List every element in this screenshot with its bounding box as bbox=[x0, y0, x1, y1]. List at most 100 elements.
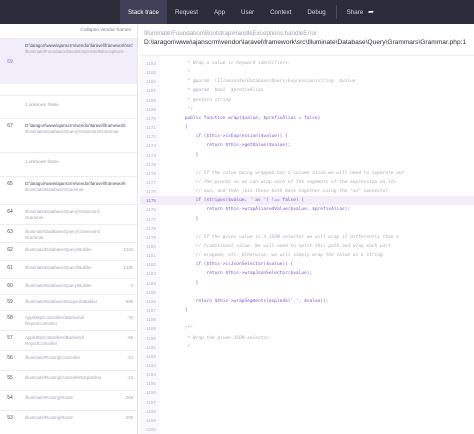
frame-path-line: Illuminate\Database\Query\Builder bbox=[25, 283, 92, 288]
code-text: * bbox=[174, 70, 191, 76]
frame-number: 53 bbox=[7, 415, 13, 421]
code-line[interactable]: 1199 bbox=[140, 416, 474, 425]
code-line[interactable]: 1164 * Wrap a value in keyword identifie… bbox=[140, 59, 474, 68]
code-text: * @param bool $prefixAlias bbox=[174, 88, 264, 94]
unknown-frame-item[interactable]: 1 unknown frame bbox=[0, 95, 137, 114]
line-number: 1184 bbox=[146, 280, 156, 286]
code-line-highlighted[interactable]: 1175 if (stripos($value, ' as ') !== fal… bbox=[140, 196, 474, 206]
code-line[interactable]: 1185 bbox=[140, 288, 474, 297]
stack-frame-item[interactable]: 61 Illuminate\Database\Query\Builder:1230 bbox=[0, 260, 137, 277]
code-header: Illuminate\Foundation\Bootstrap\HandleEx… bbox=[144, 30, 474, 46]
code-line[interactable]: 1196 bbox=[140, 388, 474, 397]
line-number: 1176 bbox=[146, 207, 156, 213]
tab-app[interactable]: App bbox=[206, 0, 233, 24]
frame-line-number: :259 bbox=[124, 395, 133, 400]
code-line[interactable]: 1169 */ bbox=[140, 105, 474, 114]
frame-line-number: :75 bbox=[127, 315, 133, 320]
code-line[interactable]: 1174 } bbox=[140, 151, 474, 160]
code-line[interactable]: 1168 * @return string bbox=[140, 96, 474, 105]
frame-number: 65 bbox=[7, 181, 13, 187]
code-line[interactable]: 1178 // own, and then join these both ba… bbox=[140, 187, 474, 196]
tab-stack-trace[interactable]: Stack trace bbox=[120, 0, 167, 24]
code-line[interactable]: 1178 bbox=[140, 224, 474, 233]
stack-frame-item[interactable]: 63 Illuminate\Database\Query\Grammars\ Gra… bbox=[0, 224, 137, 241]
code-text: * @return string bbox=[174, 97, 231, 103]
stack-frame-item[interactable]: 57 App\Http\Controllers\Backend\ ReportCon… bbox=[0, 330, 137, 349]
code-line[interactable]: 1177 // the pieces so we can wrap each o… bbox=[140, 178, 474, 187]
code-line[interactable]: 1194 bbox=[140, 370, 474, 379]
tab-request[interactable]: Request bbox=[167, 0, 206, 24]
tab-user[interactable]: User bbox=[233, 0, 262, 24]
code-text: /** bbox=[174, 326, 193, 332]
stack-frame-item[interactable]: 55 Illuminate\Routing\ControllerDispatche… bbox=[0, 370, 137, 389]
stack-frame-item[interactable]: 53 Illuminate\Routing\Route:205 bbox=[0, 410, 137, 429]
frame-file-path: D:\laragon\www\ajanscrm\vendor\laravel\f… bbox=[144, 39, 467, 46]
tab-share[interactable]: Share ➦ bbox=[339, 0, 382, 24]
code-line[interactable]: 1188 bbox=[140, 315, 474, 324]
frame-number: 58 bbox=[7, 315, 13, 321]
code-line[interactable]: 1177 } bbox=[140, 215, 474, 224]
code-line[interactable]: 1165 * bbox=[140, 68, 474, 77]
code-text: // If the value being wrapped has a colu… bbox=[174, 170, 405, 176]
unknown-frame-item[interactable]: 1 unknown frame bbox=[0, 152, 137, 172]
code-line[interactable]: 1187 } bbox=[140, 306, 474, 315]
frame-line-number: :886 bbox=[124, 299, 133, 304]
line-number: 1174 bbox=[146, 152, 156, 158]
code-line[interactable]: 1186 return $this->wrapSegments(explode(… bbox=[140, 297, 474, 306]
frame-path: Illuminate\Routing\Controller bbox=[25, 355, 133, 361]
code-line[interactable]: 1176 // If the value being wrapped has a… bbox=[140, 169, 474, 178]
tab-context[interactable]: Context bbox=[262, 0, 299, 24]
code-line[interactable]: 1171 { bbox=[140, 123, 474, 132]
code-line[interactable]: 1190 * Wrap the given JSON selector. bbox=[140, 334, 474, 343]
code-line[interactable]: 1184 } bbox=[140, 279, 474, 288]
frame-path: Illuminate\Database\Query\Grammars\ Gramm… bbox=[25, 229, 133, 241]
code-line[interactable]: 1176 return $this->wrapAliasedValue($val… bbox=[140, 205, 474, 214]
stack-frame-item[interactable]: 58 App\Http\Controllers\Backend\ ReportCon… bbox=[0, 310, 137, 329]
code-line[interactable]: 1195 bbox=[140, 379, 474, 388]
stack-frame-item[interactable]: 60 Illuminate\Database\Query\Builder:3 bbox=[0, 278, 137, 293]
code-line[interactable]: 1181 // wrapped, etc. Otherwise, we will… bbox=[140, 251, 474, 260]
code-line[interactable]: 1183 return $this->wrapJsonSelector($val… bbox=[140, 269, 474, 278]
stack-frame-item[interactable]: 65 D:\laragon\www\ajanscrm\vendor\laravel… bbox=[0, 176, 137, 199]
code-line[interactable]: 1189 /** bbox=[140, 324, 474, 333]
code-line[interactable]: 1200 bbox=[140, 425, 474, 434]
code-line[interactable]: 1191 * bbox=[140, 343, 474, 352]
line-number: 1178 bbox=[146, 225, 156, 231]
tab-label: Debug bbox=[307, 8, 326, 16]
stack-frame-item[interactable]: 69 D:\laragon\www\ajanscrm\vendor\laravel… bbox=[0, 38, 137, 84]
code-line[interactable]: 1182 if ($this->isJsonSelector($value)) … bbox=[140, 260, 474, 269]
stack-frame-item[interactable]: 59 Illuminate\Database\Eloquent\Builder:8… bbox=[0, 294, 137, 309]
stack-frame-item[interactable]: 67 D:\laragon\www\ajanscrm\vendor\laravel… bbox=[0, 118, 137, 144]
tab-debug[interactable]: Debug bbox=[299, 0, 333, 24]
code-line[interactable]: 1170 public function wrap($value, $prefi… bbox=[140, 114, 474, 123]
code-line[interactable]: 1192 bbox=[140, 352, 474, 361]
code-text: return $this->getValue($value); bbox=[174, 143, 291, 149]
line-number: 1169 bbox=[146, 106, 156, 112]
code-line[interactable]: 1167 * @param bool $prefixAlias bbox=[140, 86, 474, 95]
unknown-frame-label: 1 unknown frame bbox=[25, 159, 59, 164]
code-line[interactable]: 1173 return $this->getValue($value); bbox=[140, 141, 474, 150]
code-line[interactable]: 1166 * @param \Illuminate\Database\Query… bbox=[140, 77, 474, 86]
frame-class-line: Illuminate\Foundation\Bootstrap\HandleEx… bbox=[25, 49, 124, 54]
code-line[interactable]: 1198 bbox=[140, 407, 474, 416]
code-line[interactable]: 1172 if ($this->isExpression($value)) { bbox=[140, 132, 474, 141]
stack-frame-item[interactable]: 54 Illuminate\Routing\Route:259 bbox=[0, 390, 137, 409]
line-number: 1196 bbox=[146, 390, 156, 396]
frame-path: D:\laragon\www\ajanscrm\vendor\laravel\f… bbox=[25, 123, 133, 135]
stack-frames-panel: Collapse vendor frames 69 D:\laragon\www\… bbox=[0, 24, 138, 434]
code-text: * @param \Illuminate\Database\Query\Expr… bbox=[174, 79, 356, 85]
line-number: 1183 bbox=[146, 271, 156, 277]
code-line[interactable]: 1197 bbox=[140, 398, 474, 407]
frame-class-method: Illuminate\Foundation\Bootstrap\HandleEx… bbox=[144, 30, 318, 37]
stack-frame-item[interactable]: 62 Illuminate\Database\Query\Builder:1234 bbox=[0, 242, 137, 259]
code-line[interactable]: 1180 // traditional value. We will need … bbox=[140, 242, 474, 251]
code-line[interactable]: 1175 bbox=[140, 160, 474, 169]
stack-frame-item[interactable]: 56 Illuminate\Routing\Controller:54 bbox=[0, 350, 137, 369]
collapse-vendor-frames-button[interactable]: Collapse vendor frames bbox=[80, 28, 131, 33]
code-text: if ($this->isJsonSelector($value)) { bbox=[174, 262, 294, 268]
code-line[interactable]: 1193 bbox=[140, 361, 474, 370]
code-line[interactable]: 1179 // If the given value is a JSON sel… bbox=[140, 233, 474, 242]
stack-frame-item[interactable]: 64 Illuminate\Database\Query\Grammars\ Gra… bbox=[0, 204, 137, 223]
line-number: 1176 bbox=[146, 170, 156, 176]
line-number: 1173 bbox=[146, 143, 156, 149]
